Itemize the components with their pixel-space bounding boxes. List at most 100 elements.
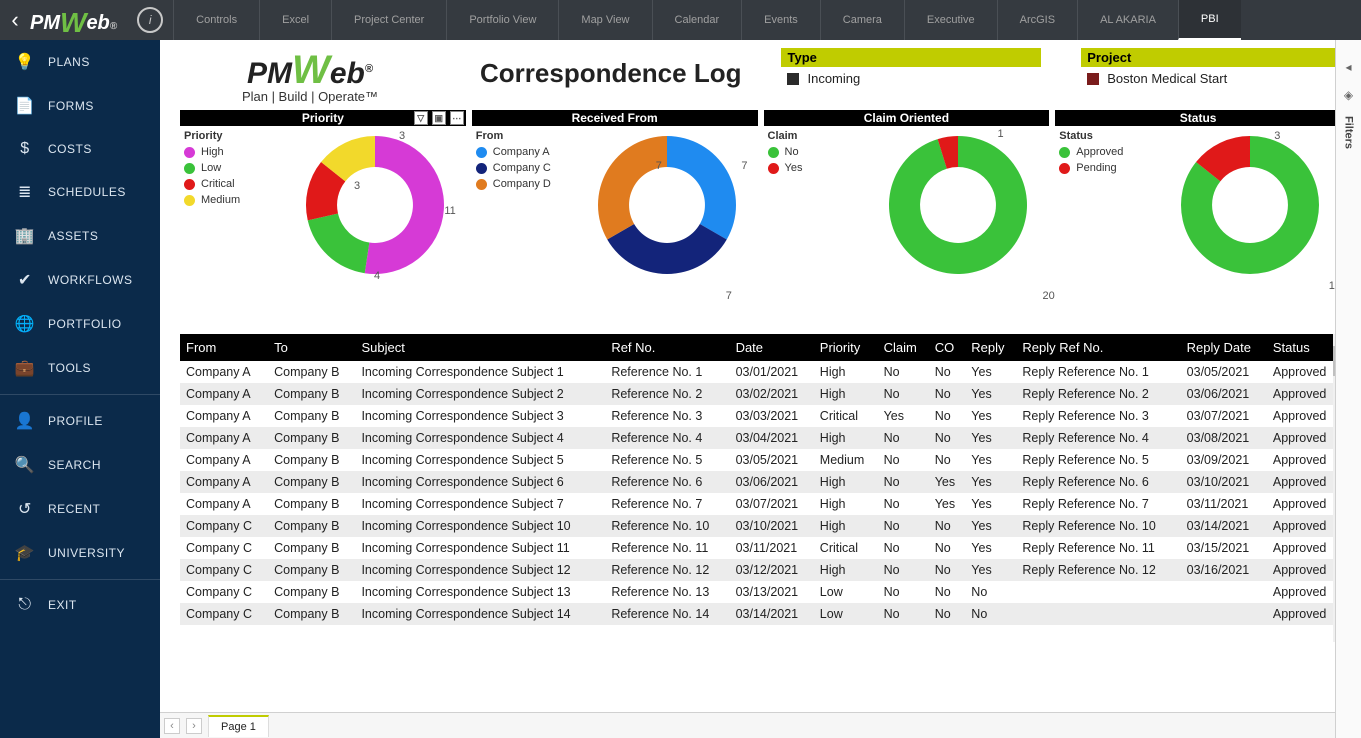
chart-received-from[interactable]: Received FromFromCompany ACompany CCompa… [472,110,758,326]
col-priority[interactable]: Priority [814,334,878,361]
pager-page-tab[interactable]: Page 1 [208,715,269,737]
sidebar-icon: 📄 [14,96,36,116]
table-row[interactable]: Company ACompany BIncoming Correspondenc… [180,471,1341,493]
topnav-item-al-akaria[interactable]: AL AKARIA [1077,0,1178,40]
table-row[interactable]: Company ACompany BIncoming Correspondenc… [180,493,1341,515]
correspondence-table[interactable]: FromToSubjectRef No.DatePriorityClaimCOR… [180,334,1341,642]
col-from[interactable]: From [180,334,268,361]
sidebar-item-label: UNIVERSITY [48,546,125,560]
sidebar-item-university[interactable]: 🎓UNIVERSITY [0,531,160,575]
table-cell: 03/05/2021 [1181,361,1267,383]
table-row[interactable]: Company CCompany BIncoming Correspondenc… [180,559,1341,581]
table-cell: No [965,581,1016,603]
sidebar-item-label: FORMS [48,99,94,113]
table-cell: 03/12/2021 [730,559,814,581]
table-cell: 03/03/2021 [730,405,814,427]
col-co[interactable]: CO [929,334,966,361]
sidebar-item-plans[interactable]: 💡PLANS [0,40,160,84]
table-cell: Incoming Correspondence Subject 13 [355,581,605,603]
chevron-left-icon[interactable]: ◂ [1345,60,1351,74]
filters-rail[interactable]: ◂ ◈ Filters [1335,40,1361,738]
topnav-item-executive[interactable]: Executive [904,0,997,40]
col-status[interactable]: Status [1267,334,1341,361]
table-cell: Company A [180,383,268,405]
sidebar-item-tools[interactable]: 💼TOOLS [0,346,160,390]
table-cell: Incoming Correspondence Subject 2 [355,383,605,405]
col-reply-ref-no-[interactable]: Reply Ref No. [1016,334,1180,361]
sidebar-item-schedules[interactable]: ≣SCHEDULES [0,170,160,214]
chart-data-label: 11 [444,205,455,217]
more-icon[interactable]: ⋯ [450,111,464,125]
col-to[interactable]: To [268,334,355,361]
table-cell: 03/06/2021 [1181,383,1267,405]
slicer-project[interactable]: Project Boston Medical Start [1081,48,1341,90]
sidebar-item-portfolio[interactable]: 🌐 PORTFOLIO [0,302,160,346]
topnav-item-events[interactable]: Events [741,0,820,40]
slicer-type[interactable]: Type Incoming [781,48,1041,90]
chart-legend: StatusApprovedPending [1059,130,1159,326]
pager-prev-icon[interactable]: ‹ [164,718,180,734]
table-cell: High [814,427,878,449]
info-icon[interactable]: i [137,7,163,33]
table-cell: Yes [929,471,966,493]
pager-next-icon[interactable]: › [186,718,202,734]
col-subject[interactable]: Subject [355,334,605,361]
table-row[interactable]: Company CCompany BIncoming Correspondenc… [180,581,1341,603]
chart-claim-oriented[interactable]: Claim OrientedClaimNoYes120 [764,110,1050,326]
sidebar-icon: 💡 [14,52,36,72]
table-cell: Company B [268,559,355,581]
back-icon[interactable]: ‹ [0,7,30,33]
table-cell: Company B [268,537,355,559]
table-row[interactable]: Company CCompany BIncoming Correspondenc… [180,603,1341,625]
col-ref-no-[interactable]: Ref No. [605,334,729,361]
topnav-item-calendar[interactable]: Calendar [652,0,742,40]
table-cell: No [929,581,966,603]
sidebar-item-exit[interactable]: ⎋EXIT [0,584,160,626]
sidebar-item-label: SEARCH [48,458,101,472]
chart-legend: FromCompany ACompany CCompany D [476,130,576,326]
topnav-item-excel[interactable]: Excel [259,0,331,40]
sidebar-item-workflows[interactable]: ✔WORKFLOWS [0,258,160,302]
table-row[interactable]: Company ACompany BIncoming Correspondenc… [180,449,1341,471]
sidebar-item-search[interactable]: 🔍SEARCH [0,443,160,487]
sidebar-item-recent[interactable]: ↺RECENT [0,487,160,531]
table-row[interactable]: Company ACompany BIncoming Correspondenc… [180,405,1341,427]
table-cell: Incoming Correspondence Subject 4 [355,427,605,449]
chart-priority[interactable]: Priority▽▣⋯PriorityHighLowCriticalMedium… [180,110,466,326]
table-row[interactable]: Company ACompany BIncoming Correspondenc… [180,361,1341,383]
filter-icon[interactable]: ▽ [414,111,428,125]
sidebar-item-costs[interactable]: $COSTS [0,128,160,170]
col-date[interactable]: Date [730,334,814,361]
table-cell: No [929,603,966,625]
topnav-item-controls[interactable]: Controls [173,0,259,40]
col-reply-date[interactable]: Reply Date [1181,334,1267,361]
sidebar-item-label: PORTFOLIO [48,317,122,331]
chart-status[interactable]: StatusStatusApprovedPending318 [1055,110,1341,326]
sidebar-item-forms[interactable]: 📄 FORMS [0,84,160,128]
chart-data-label: 4 [374,270,380,282]
table-row[interactable]: Company ACompany BIncoming Correspondenc… [180,383,1341,405]
legend-label: High [201,146,224,158]
table-row[interactable]: Company CCompany BIncoming Correspondenc… [180,537,1341,559]
table-cell: Reply Reference No. 6 [1016,471,1180,493]
legend-label: Pending [1076,162,1116,174]
legend-dot-icon [184,195,195,206]
table-row[interactable]: Company ACompany BIncoming Correspondenc… [180,427,1341,449]
topnav-item-pbi[interactable]: PBI [1178,0,1241,40]
table-cell: Company A [180,449,268,471]
table-row[interactable]: Company CCompany BIncoming Correspondenc… [180,515,1341,537]
topnav-item-map-view[interactable]: Map View [558,0,651,40]
sidebar-icon: 🌐 [14,314,36,334]
topnav-item-project-center[interactable]: Project Center [331,0,446,40]
col-claim[interactable]: Claim [878,334,929,361]
focus-icon[interactable]: ▣ [432,111,446,125]
col-reply[interactable]: Reply [965,334,1016,361]
topnav-item-camera[interactable]: Camera [820,0,904,40]
topnav-item-portfolio-view[interactable]: Portfolio View [446,0,558,40]
bookmark-icon[interactable]: ◈ [1344,88,1353,102]
table-cell: Yes [965,559,1016,581]
sidebar-item-profile[interactable]: 👤PROFILE [0,399,160,443]
topnav-item-arcgis[interactable]: ArcGIS [997,0,1077,40]
table-cell: Approved [1267,581,1341,603]
sidebar-item-assets[interactable]: 🏢ASSETS [0,214,160,258]
